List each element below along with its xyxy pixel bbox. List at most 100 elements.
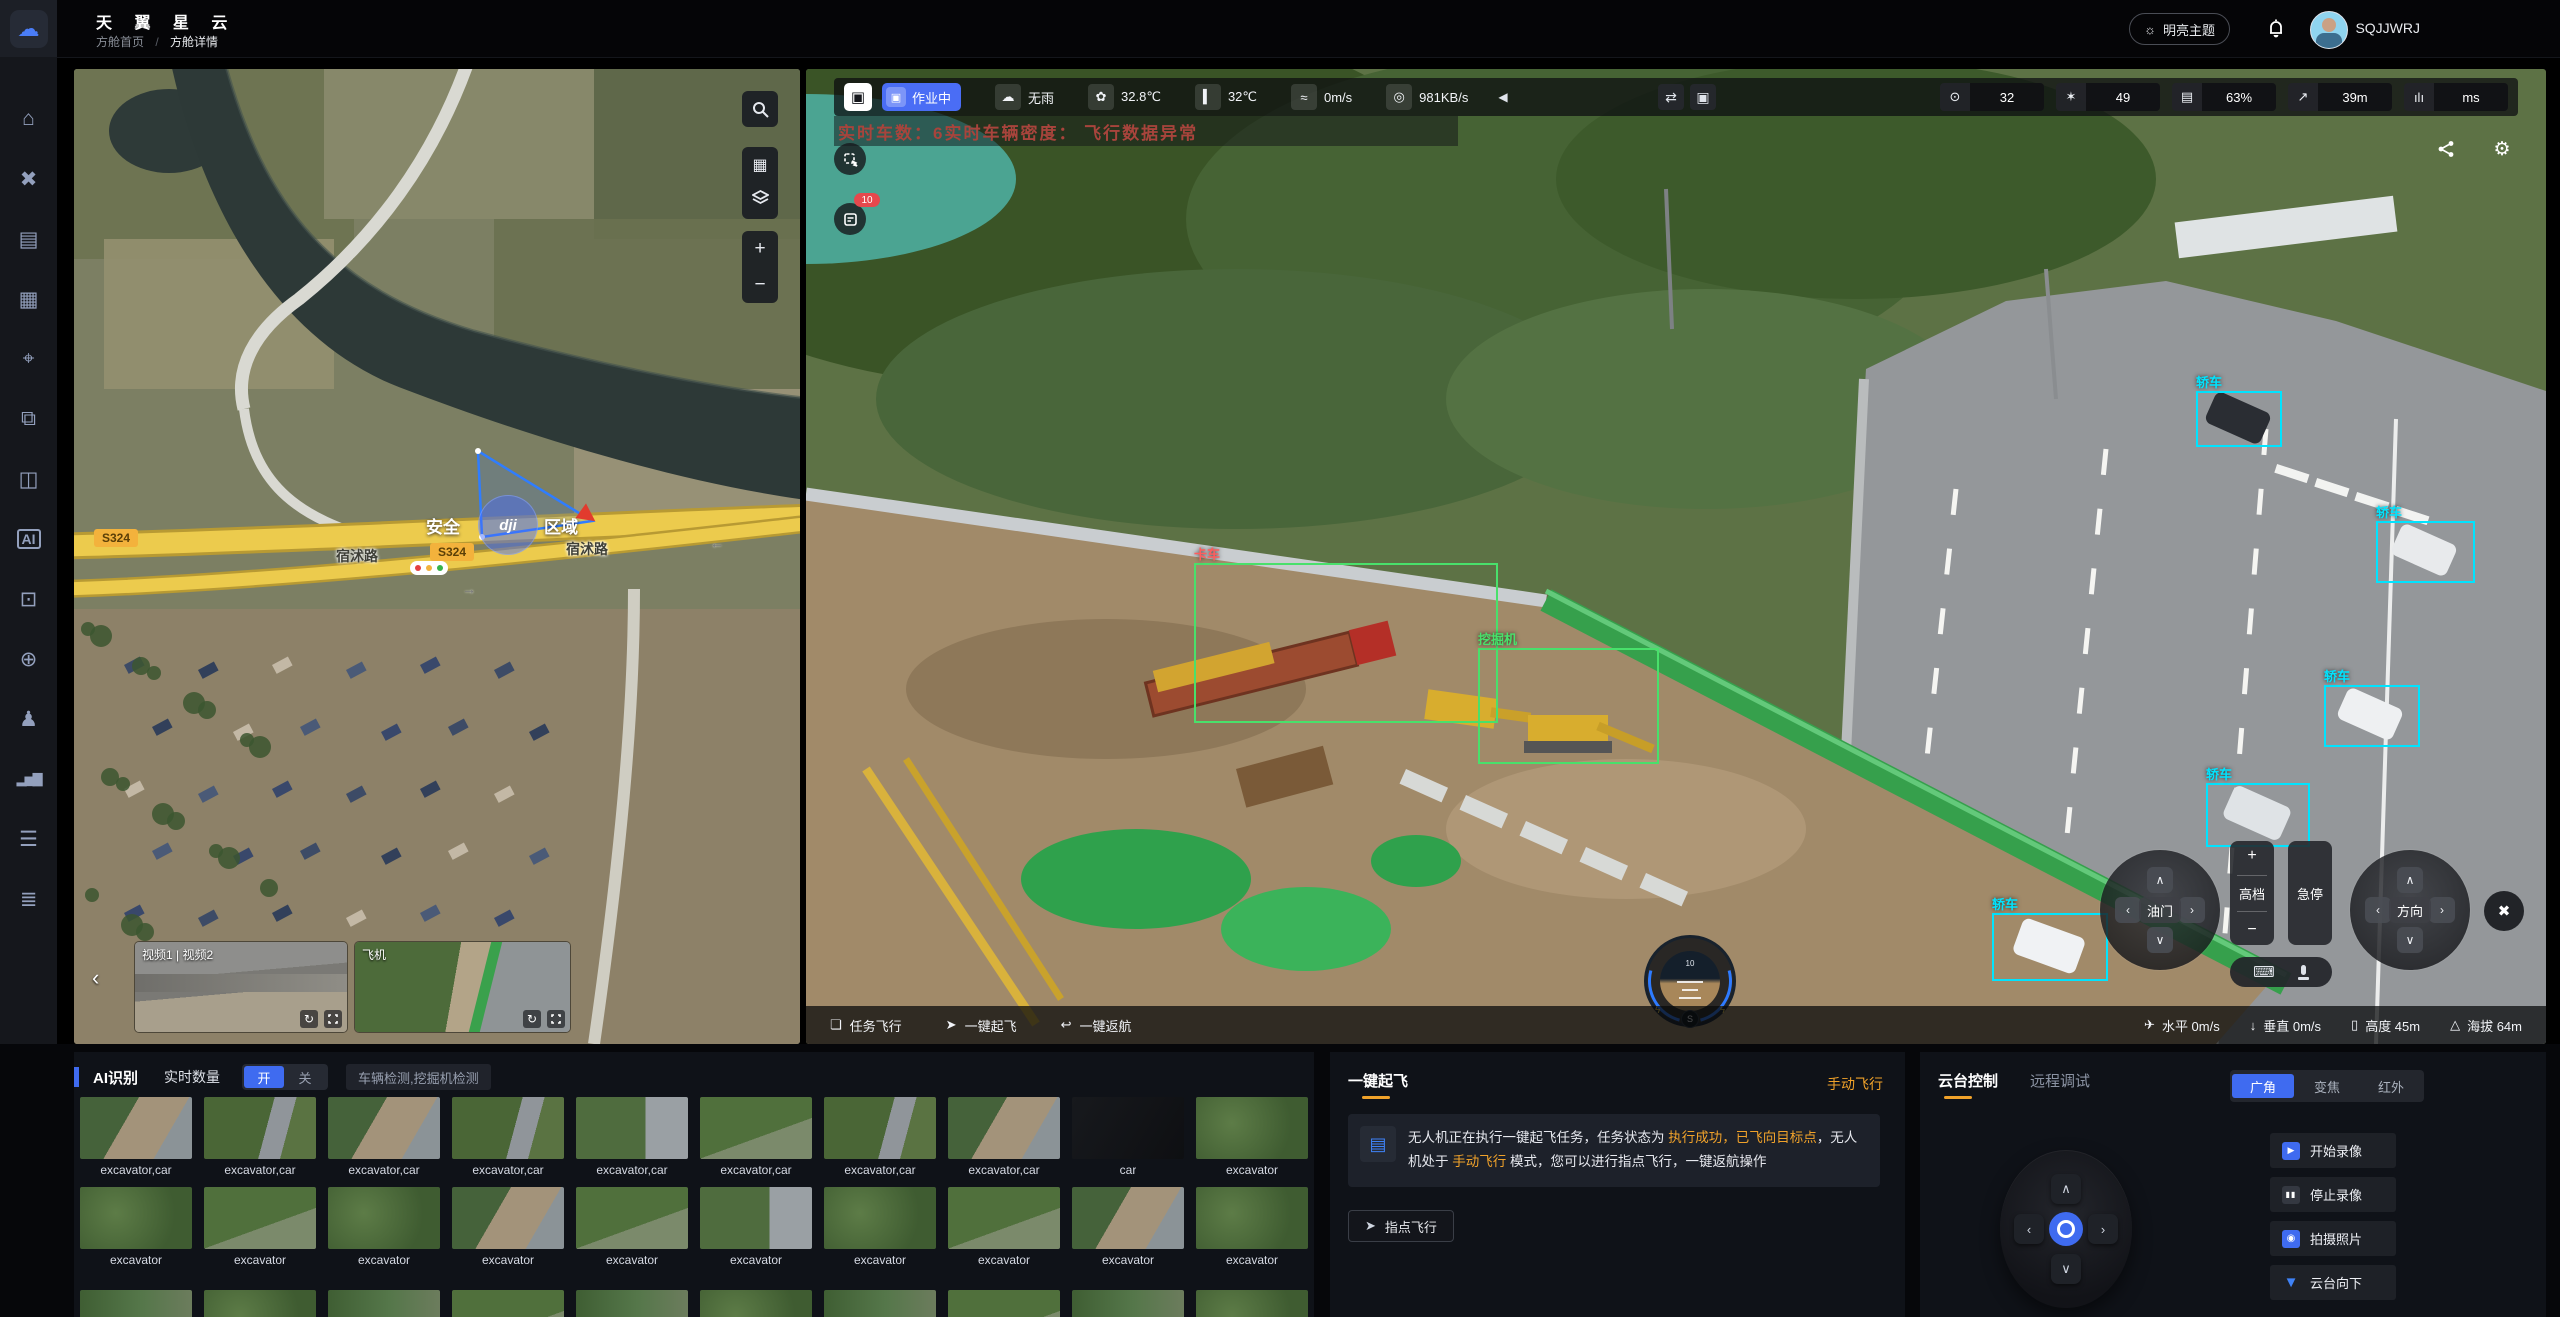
detection-thumbnail[interactable]: excavator [818, 1187, 942, 1268]
detection-thumbnail[interactable]: excavator [694, 1187, 818, 1268]
picture-in-picture-icon[interactable]: ▣ [1690, 84, 1716, 110]
one-key-takeoff-button[interactable]: ➤一键起飞 [946, 1016, 1017, 1035]
thumbnail-image[interactable] [328, 1187, 440, 1249]
thumbnail-image[interactable] [1072, 1290, 1184, 1317]
detection-thumbnail[interactable]: excavator [1190, 1187, 1314, 1268]
start-record-button[interactable]: ▶开始录像 [2270, 1133, 2396, 1168]
thumbnail-image[interactable] [80, 1187, 192, 1249]
thumbnail-image[interactable] [824, 1187, 936, 1249]
detection-thumbnail[interactable] [1066, 1290, 1190, 1317]
sidebar-item-media-library[interactable]: ▦ [0, 269, 57, 329]
tab-gimbal-control[interactable]: 云台控制 [1938, 1070, 1998, 1091]
map-layers-icon[interactable] [752, 190, 769, 211]
gimbal-down-button[interactable]: ▼云台向下 [2270, 1265, 2396, 1300]
camera-mode-2[interactable]: 红外 [2360, 1074, 2422, 1098]
sidebar-item-live-globe[interactable]: ⊕ [0, 629, 57, 689]
app-logo[interactable]: ☁ [0, 0, 57, 57]
thumbnail-image[interactable] [80, 1290, 192, 1317]
detection-thumbnail[interactable]: excavator [570, 1187, 694, 1268]
throttle-down-button[interactable]: ∨ [2147, 927, 2173, 953]
map-search-button[interactable] [742, 91, 778, 127]
joystick-icon[interactable] [2298, 965, 2309, 980]
detection-thumbnail[interactable] [694, 1290, 818, 1317]
zoom-out-button[interactable]: − [754, 274, 765, 296]
camera-mode-0[interactable]: 广角 [2232, 1074, 2294, 1098]
swap-view-icon[interactable]: ⇄ [1658, 84, 1684, 110]
dock-mode-icon[interactable]: ▣ [844, 83, 872, 111]
detection-thumbnail[interactable]: excavator,car [942, 1097, 1066, 1178]
stop-record-button[interactable]: ▮▮停止录像 [2270, 1177, 2396, 1212]
detection-thumbnail[interactable]: car [1066, 1097, 1190, 1178]
detection-thumbnail[interactable] [322, 1290, 446, 1317]
detection-thumbnail[interactable]: excavator [1190, 1097, 1314, 1178]
take-photo-button[interactable]: ◉拍摄照片 [2270, 1221, 2396, 1256]
sidebar-item-statistics[interactable]: ▂▅▇ [0, 749, 57, 809]
sidebar-item-home[interactable]: ⌂ [0, 89, 57, 149]
sidebar-item-dock[interactable]: ▤ [0, 209, 57, 269]
gear-plus-button[interactable]: + [2247, 848, 2256, 864]
tab-remote-debug[interactable]: 远程调试 [2030, 1070, 2090, 1091]
detection-thumbnail[interactable]: excavator [198, 1187, 322, 1268]
thumbnail-image[interactable] [328, 1097, 440, 1159]
gimbal-up-button[interactable]: ∧ [2051, 1174, 2081, 1204]
gimbal-left-button[interactable]: ‹ [2014, 1214, 2044, 1244]
thumbnail-image[interactable] [700, 1290, 812, 1317]
direction-up-button[interactable]: ∧ [2397, 867, 2423, 893]
sidebar-item-storage[interactable]: ≣ [0, 869, 57, 929]
thumbnail-image[interactable] [452, 1290, 564, 1317]
throttle-right-button[interactable]: › [2179, 897, 2205, 923]
detection-thumbnail[interactable]: excavator [1066, 1187, 1190, 1268]
inset-label[interactable]: 视频1 | 视频2 [142, 946, 213, 963]
thumbnail-image[interactable] [1072, 1097, 1184, 1159]
detection-filter-chip[interactable]: 车辆检测,挖掘机检测 [346, 1064, 491, 1090]
thumbnail-image[interactable] [700, 1097, 812, 1159]
detection-thumbnail[interactable] [570, 1290, 694, 1317]
thumbnail-image[interactable] [204, 1290, 316, 1317]
toggle-off-label[interactable]: 关 [284, 1068, 326, 1087]
detection-thumbnail[interactable]: excavator [942, 1187, 1066, 1268]
sidebar-item-drone[interactable]: ✖ [0, 149, 57, 209]
detection-thumbnail[interactable] [1190, 1290, 1314, 1317]
detection-thumbnail[interactable] [446, 1290, 570, 1317]
detection-thumbnail[interactable]: excavator [446, 1187, 570, 1268]
direction-left-button[interactable]: ‹ [2365, 897, 2391, 923]
detection-thumbnail[interactable] [942, 1290, 1066, 1317]
thumbnail-image[interactable] [452, 1187, 564, 1249]
detection-thumbnail[interactable]: excavator,car [570, 1097, 694, 1178]
thumbnail-image[interactable] [824, 1097, 936, 1159]
detection-thumbnail[interactable]: excavator,car [818, 1097, 942, 1178]
virtual-joystick-toggle[interactable]: ✖ [2484, 891, 2524, 931]
thumbnail-image[interactable] [204, 1187, 316, 1249]
gear-minus-button[interactable]: − [2247, 922, 2256, 938]
direction-down-button[interactable]: ∨ [2397, 927, 2423, 953]
throttle-up-button[interactable]: ∧ [2147, 867, 2173, 893]
inset-fullscreen-icon[interactable] [324, 1010, 342, 1028]
gimbal-center-button[interactable] [2049, 1212, 2083, 1246]
thumbnail-image[interactable] [1072, 1187, 1184, 1249]
toggle-on-label[interactable]: 开 [244, 1066, 284, 1088]
theme-toggle-button[interactable]: ☼ 明亮主题 [2129, 13, 2230, 45]
work-status-badge[interactable]: ▣ 作业中 [882, 83, 961, 111]
inset-label[interactable]: 飞机 [362, 946, 386, 963]
sidebar-item-task-list[interactable]: ☰ [0, 809, 57, 869]
thumbnail-image[interactable] [824, 1290, 936, 1317]
detection-thumbnail[interactable]: excavator,car [74, 1097, 198, 1178]
mission-flight-button[interactable]: ❏任务飞行 [830, 1016, 902, 1035]
gimbal-right-button[interactable]: › [2088, 1214, 2118, 1244]
sidebar-item-drone-station[interactable]: ◫ [0, 449, 57, 509]
detection-thumbnail[interactable]: excavator [322, 1187, 446, 1268]
thumbnail-image[interactable] [328, 1290, 440, 1317]
drone-position-marker[interactable]: dji [478, 495, 538, 555]
thumbnail-image[interactable] [948, 1097, 1060, 1159]
thumbnail-image[interactable] [700, 1187, 812, 1249]
sidebar-item-flight-route[interactable]: ⌖ [0, 329, 57, 389]
camera-mode-1[interactable]: 变焦 [2296, 1074, 2358, 1098]
detection-thumbnail[interactable]: excavator,car [446, 1097, 570, 1178]
breadcrumb-home[interactable]: 方舱首页 [96, 35, 144, 49]
zoom-in-button[interactable]: + [754, 238, 765, 260]
thumbnail-image[interactable] [1196, 1290, 1308, 1317]
thumbnail-image[interactable] [1196, 1187, 1308, 1249]
thumbnail-image[interactable] [452, 1097, 564, 1159]
sidebar-item-ai-recognition[interactable]: AI [0, 509, 57, 569]
map-grid-icon[interactable]: ▦ [752, 155, 767, 175]
